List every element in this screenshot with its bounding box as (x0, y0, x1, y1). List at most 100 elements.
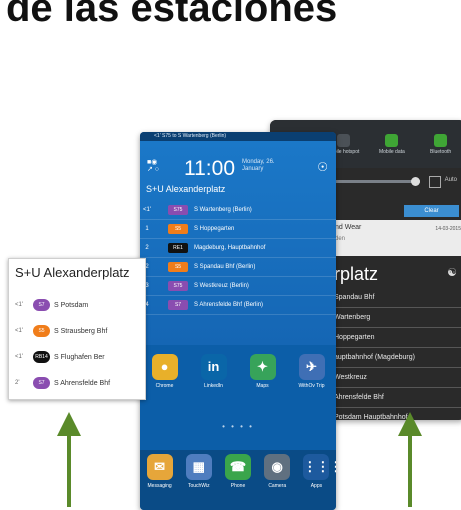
auto-brightness-label: Auto (444, 177, 457, 183)
departure-row[interactable]: 2' S7 S Ahrensfelde Bhf (15, 375, 110, 391)
app-shortcut[interactable]: ✦ Maps (243, 350, 283, 405)
notification-date: 14-03-2015 (435, 226, 461, 232)
arrow-right-head (398, 412, 422, 436)
arrow-left-shaft (67, 432, 71, 507)
departure-row[interactable]: 4 S7 S Ahrensfelde Bhf (Berlin) (140, 296, 336, 315)
app-label: Phone (230, 483, 246, 489)
departure-destination: S Westkreuz (Berlin) (194, 283, 249, 289)
home-screen-phone: <1' S75 to S Wartenberg (Berlin) ■◉ ↗ ○ 1… (140, 132, 336, 510)
app-shortcut[interactable]: in LinkedIn (194, 350, 234, 405)
departure-time: <1' (143, 207, 151, 213)
mobile-data-icon (385, 133, 399, 147)
status-bar: <1' S75 to S Wartenberg (Berlin) (140, 132, 336, 141)
clock-time: 11:00 (184, 157, 235, 180)
station-name: S+U Alexanderplatz (15, 265, 130, 280)
departure-time: <1' (15, 302, 23, 308)
line-badge: RB14 (33, 351, 50, 363)
line-badge: S75 (168, 281, 188, 291)
departure-destination: S Spandau Bhf (Berlin) (194, 264, 256, 270)
dock-app[interactable]: ✉ Messaging (140, 450, 179, 510)
departure-list: Spandau Bhf Wartenberg Hoppegarten auptb… (328, 288, 461, 420)
departure-destination: Magdeburg, Hauptbahnhof (194, 245, 266, 251)
departure-row[interactable]: 2 RE1 Magdeburg, Hauptbahnhof (140, 239, 336, 258)
departure-time: 2 (145, 245, 149, 251)
departure-row[interactable]: 2 S5 S Spandau Bhf (Berlin) (140, 258, 336, 277)
chrome-icon: ● (151, 354, 178, 380)
quick-setting-label: Bluetooth (430, 148, 452, 155)
app-shortcut[interactable]: ✈ WithOv Trip (292, 350, 332, 405)
list-item[interactable]: Wartenberg (328, 308, 461, 328)
line-badge: S5 (168, 262, 188, 272)
list-item[interactable]: Potsdam Hauptbahnhof (328, 408, 461, 420)
departure-time: 2' (15, 380, 20, 386)
departure-row[interactable]: <1' S5 S Strausberg Bhf (15, 323, 107, 339)
location-icon[interactable]: ☉ (317, 160, 328, 174)
list-item[interactable]: Hoppegarten (328, 328, 461, 348)
auto-brightness-checkbox[interactable] (429, 176, 441, 188)
list-item[interactable]: auptbahnhof (Magdeburg) (328, 348, 461, 368)
quick-setting-label: Mobile data (378, 148, 405, 155)
page-indicator: • • • • (222, 422, 254, 431)
dock-app[interactable]: ▦ TouchWiz (179, 450, 218, 510)
departure-row[interactable]: <1' S7 S Potsdam (15, 297, 88, 313)
clear-notifications-button[interactable]: Clear (404, 205, 459, 217)
app-label: TouchWiz (187, 483, 210, 489)
trip-icon: ✈ (298, 354, 325, 380)
refresh-icon[interactable]: ☯ (447, 266, 457, 279)
notification-subtitle: den (335, 236, 346, 242)
phone-icon: ☎ (225, 454, 251, 480)
departure-row[interactable]: 1 S5 S Hoppegarten (140, 220, 336, 239)
station-name: S+U Alexanderplatz (146, 184, 226, 194)
line-badge: S7 (168, 300, 188, 310)
hotspot-icon (336, 133, 350, 147)
arrow-left-head (57, 412, 81, 436)
app-row: ● Chrome in LinkedIn ✦ Maps ✈ WithOv Trip (140, 350, 336, 405)
list-item[interactable]: Ahrensfelde Bhf (328, 388, 461, 408)
app-label: Messaging (147, 483, 172, 489)
apps-grid-icon: ⋮⋮⋮ (303, 454, 336, 480)
departure-list: <1' S75 S Wartenberg (Berlin) 1 S5 S Hoppegar… (140, 201, 336, 315)
notification-title: nd Wear (335, 224, 362, 231)
line-badge: RE1 (168, 243, 188, 253)
departure-destination: S Ahrensfelde Bhf (Berlin) (194, 302, 264, 308)
app-dock: ✉ Messaging ▦ TouchWiz ☎ Phone ◉ Camera ⋮⋮⋮ Apps (140, 450, 336, 510)
departure-destination: S Wartenberg (Berlin) (194, 207, 252, 213)
dock-app[interactable]: ◉ Camera (258, 450, 297, 510)
departure-row[interactable]: 3 S75 S Westkreuz (Berlin) (140, 277, 336, 296)
line-badge: S5 (33, 325, 50, 337)
app-label: Camera (268, 483, 287, 489)
departure-destination: S Hoppegarten (194, 226, 235, 232)
dock-app[interactable]: ⋮⋮⋮ Apps (297, 450, 336, 510)
touchwiz-icon: ▦ (185, 454, 212, 480)
departures-widget[interactable]: ■◉ ↗ ○ 11:00 Monday, 26. January ☉ S+U Al… (140, 141, 336, 345)
line-badge: S7 (33, 299, 50, 311)
departure-destination: S Flughafen Ber (54, 353, 105, 361)
list-item[interactable]: Westkreuz (328, 368, 461, 388)
departure-destination: S Ahrensfelde Bhf (54, 379, 111, 387)
widget-status-icons: ■◉ ↗ ○ (147, 159, 160, 173)
departure-time: <1' (15, 354, 23, 360)
app-label: Chrome (155, 383, 174, 389)
quick-setting-toggle[interactable]: Bluetooth (416, 120, 461, 168)
page-heading: de las estaciones (6, 0, 338, 30)
line-badge: S75 (168, 205, 188, 215)
bluetooth-icon (434, 133, 448, 147)
quick-setting-toggle[interactable]: Mobile data (368, 120, 417, 168)
departures-widget-card[interactable]: S+U Alexanderplatz <1' S7 S Potsdam <1' S5 S … (8, 258, 146, 400)
line-badge: S7 (33, 377, 50, 389)
app-label: WithOv Trip (298, 383, 325, 389)
departure-row[interactable]: <1' S75 S Wartenberg (Berlin) (140, 201, 336, 220)
linkedin-icon: in (200, 354, 227, 380)
departure-row[interactable]: <1' RB14 S Flughafen Ber (15, 349, 105, 365)
maps-icon: ✦ (249, 354, 276, 380)
departure-destination: S Strausberg Bhf (54, 327, 108, 335)
camera-icon: ◉ (264, 454, 291, 480)
app-label: LinkedIn (204, 383, 223, 389)
app-label: Apps (310, 483, 323, 489)
departure-time: 1 (145, 226, 149, 232)
dock-app[interactable]: ☎ Phone (218, 450, 257, 510)
list-item[interactable]: Spandau Bhf (328, 288, 461, 308)
arrow-right-shaft (408, 432, 412, 507)
app-shortcut[interactable]: ● Chrome (145, 350, 185, 405)
brightness-slider[interactable] (330, 177, 420, 186)
